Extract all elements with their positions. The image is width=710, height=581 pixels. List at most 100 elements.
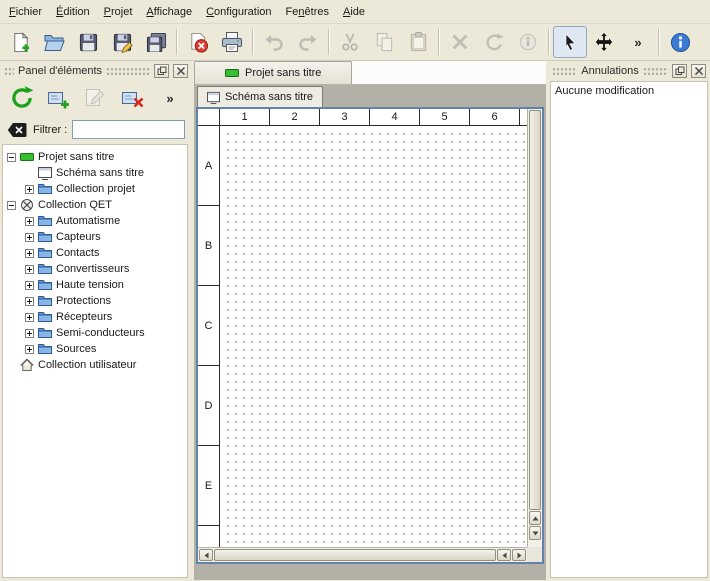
element-delete-icon — [121, 86, 145, 110]
expander-plus-icon[interactable] — [25, 233, 34, 242]
close-project-button[interactable] — [181, 26, 215, 58]
tab-schema[interactable]: Schéma sans titre — [197, 86, 323, 107]
tab-project[interactable]: Projet sans titre — [194, 61, 352, 84]
expander-plus-icon[interactable] — [25, 313, 34, 322]
dock-handle[interactable] — [552, 67, 577, 76]
menu-projet[interactable]: Projet — [97, 1, 140, 23]
scroll-left-button[interactable] — [199, 549, 213, 561]
tree-item-automatisme[interactable]: Automatisme — [3, 213, 187, 229]
edit-properties-button[interactable] — [511, 26, 545, 58]
menu-label-mnemonic: F — [9, 6, 16, 18]
expander-plus-icon[interactable] — [25, 297, 34, 306]
save-project-button[interactable] — [71, 26, 105, 58]
filter-input[interactable] — [72, 120, 185, 139]
expander-plus-icon[interactable] — [25, 265, 34, 274]
tree-item-convertisseurs[interactable]: Convertisseurs — [3, 261, 187, 277]
rotate-selection-button[interactable] — [477, 26, 511, 58]
save-icon — [78, 32, 99, 53]
undo-list[interactable]: Aucune modification — [550, 81, 708, 578]
float-dock-button[interactable] — [672, 64, 687, 78]
dock-handle[interactable] — [643, 67, 668, 76]
save-all-button[interactable] — [139, 26, 173, 58]
open-project-button[interactable] — [37, 26, 71, 58]
expander-minus-icon[interactable] — [7, 153, 16, 162]
close-dock-button[interactable] — [173, 64, 188, 78]
tree-item-schema-sans-titre[interactable]: Schéma sans titre — [3, 165, 187, 181]
save-project-as-button[interactable] — [105, 26, 139, 58]
delete-icon — [450, 32, 470, 52]
menu-fichier[interactable]: Fichier — [2, 1, 49, 23]
scroll-down-button[interactable] — [529, 526, 541, 540]
filter-label: Filtrer : — [33, 124, 67, 136]
expander-plus-icon[interactable] — [25, 249, 34, 258]
edit-element-button[interactable] — [81, 83, 111, 113]
new-project-button[interactable] — [3, 26, 37, 58]
menu-configuration[interactable]: Configuration — [199, 1, 278, 23]
menu-affichage[interactable]: Affichage — [139, 1, 199, 23]
diagram-canvas[interactable]: 123456 ABCDE — [198, 109, 527, 547]
pan-mode-button[interactable] — [587, 26, 621, 58]
folder-icon — [38, 310, 52, 324]
paste-button[interactable] — [401, 26, 435, 58]
tree-item-collection-qet[interactable]: Collection QET — [3, 197, 187, 213]
qelectrotech-window: FichierÉditionProjetAffichageConfigurati… — [0, 0, 710, 581]
menu-label-post: dition — [63, 6, 89, 18]
cut-button[interactable] — [333, 26, 367, 58]
hscroll-thumb[interactable] — [214, 549, 496, 561]
arrow-up-icon — [531, 514, 540, 523]
menu-label-post: ffichage — [154, 6, 192, 18]
scroll-left-button-2[interactable] — [497, 549, 511, 561]
toolbar-separator — [252, 29, 254, 55]
select-mode-button[interactable] — [553, 26, 587, 58]
dock-handle[interactable] — [4, 67, 14, 76]
new-element-button[interactable] — [44, 83, 74, 113]
delete-selection-button[interactable] — [443, 26, 477, 58]
diagram-grid[interactable] — [221, 127, 527, 547]
close-red-icon — [188, 32, 209, 53]
tree-item-recepteurs[interactable]: Récepteurs — [3, 309, 187, 325]
panel-toolbar-overflow-button[interactable]: » — [155, 83, 185, 113]
expander-plus-icon[interactable] — [25, 281, 34, 290]
delete-element-button[interactable] — [118, 83, 148, 113]
print-button[interactable] — [215, 26, 249, 58]
vertical-scrollbar[interactable] — [527, 109, 542, 547]
tree-item-contacts[interactable]: Contacts — [3, 245, 187, 261]
expander-plus-icon[interactable] — [25, 329, 34, 338]
arrow-left-icon — [500, 551, 509, 560]
close-dock-button[interactable] — [691, 64, 706, 78]
float-dock-button[interactable] — [154, 64, 169, 78]
undo-button[interactable] — [257, 26, 291, 58]
scroll-up-button[interactable] — [529, 511, 541, 525]
expander-plus-icon[interactable] — [25, 217, 34, 226]
tree-item-collection-utilisateur[interactable]: Collection utilisateur — [3, 357, 187, 373]
folder-icon — [38, 182, 52, 196]
clear-filter-button[interactable] — [6, 121, 28, 138]
menu-fenetres[interactable]: Fenêtres — [279, 1, 336, 23]
tree-item-collection-projet[interactable]: Collection projet — [3, 181, 187, 197]
menu-edition[interactable]: Édition — [49, 1, 97, 23]
tree-item-label: Contacts — [56, 247, 99, 259]
vscroll-track-end[interactable] — [529, 541, 541, 546]
new-file-icon — [10, 32, 31, 53]
copy-button[interactable] — [367, 26, 401, 58]
expander-plus-icon[interactable] — [25, 185, 34, 194]
redo-button[interactable] — [291, 26, 325, 58]
dock-handle[interactable] — [106, 67, 150, 76]
tree-item-haute-tension[interactable]: Haute tension — [3, 277, 187, 293]
tree-item-protections[interactable]: Protections — [3, 293, 187, 309]
tree-item-sources[interactable]: Sources — [3, 341, 187, 357]
scroll-right-button[interactable] — [512, 549, 526, 561]
undo-dock: Annulations Aucune modification — [550, 61, 710, 580]
expander-plus-icon[interactable] — [25, 345, 34, 354]
expander-minus-icon[interactable] — [7, 201, 16, 210]
menu-aide[interactable]: Aide — [336, 1, 372, 23]
tree-item-capteurs[interactable]: Capteurs — [3, 229, 187, 245]
vscroll-thumb[interactable] — [529, 110, 541, 510]
toolbar-overflow-button[interactable]: » — [621, 26, 655, 58]
tree-item-semi-conducteurs[interactable]: Semi-conducteurs — [3, 325, 187, 341]
reload-collections-button[interactable] — [7, 83, 37, 113]
horizontal-scrollbar[interactable] — [198, 547, 527, 562]
home-icon — [20, 358, 34, 372]
about-qet-button[interactable] — [663, 26, 697, 58]
tree-item-projet-sans-titre[interactable]: Projet sans titre — [3, 149, 187, 165]
